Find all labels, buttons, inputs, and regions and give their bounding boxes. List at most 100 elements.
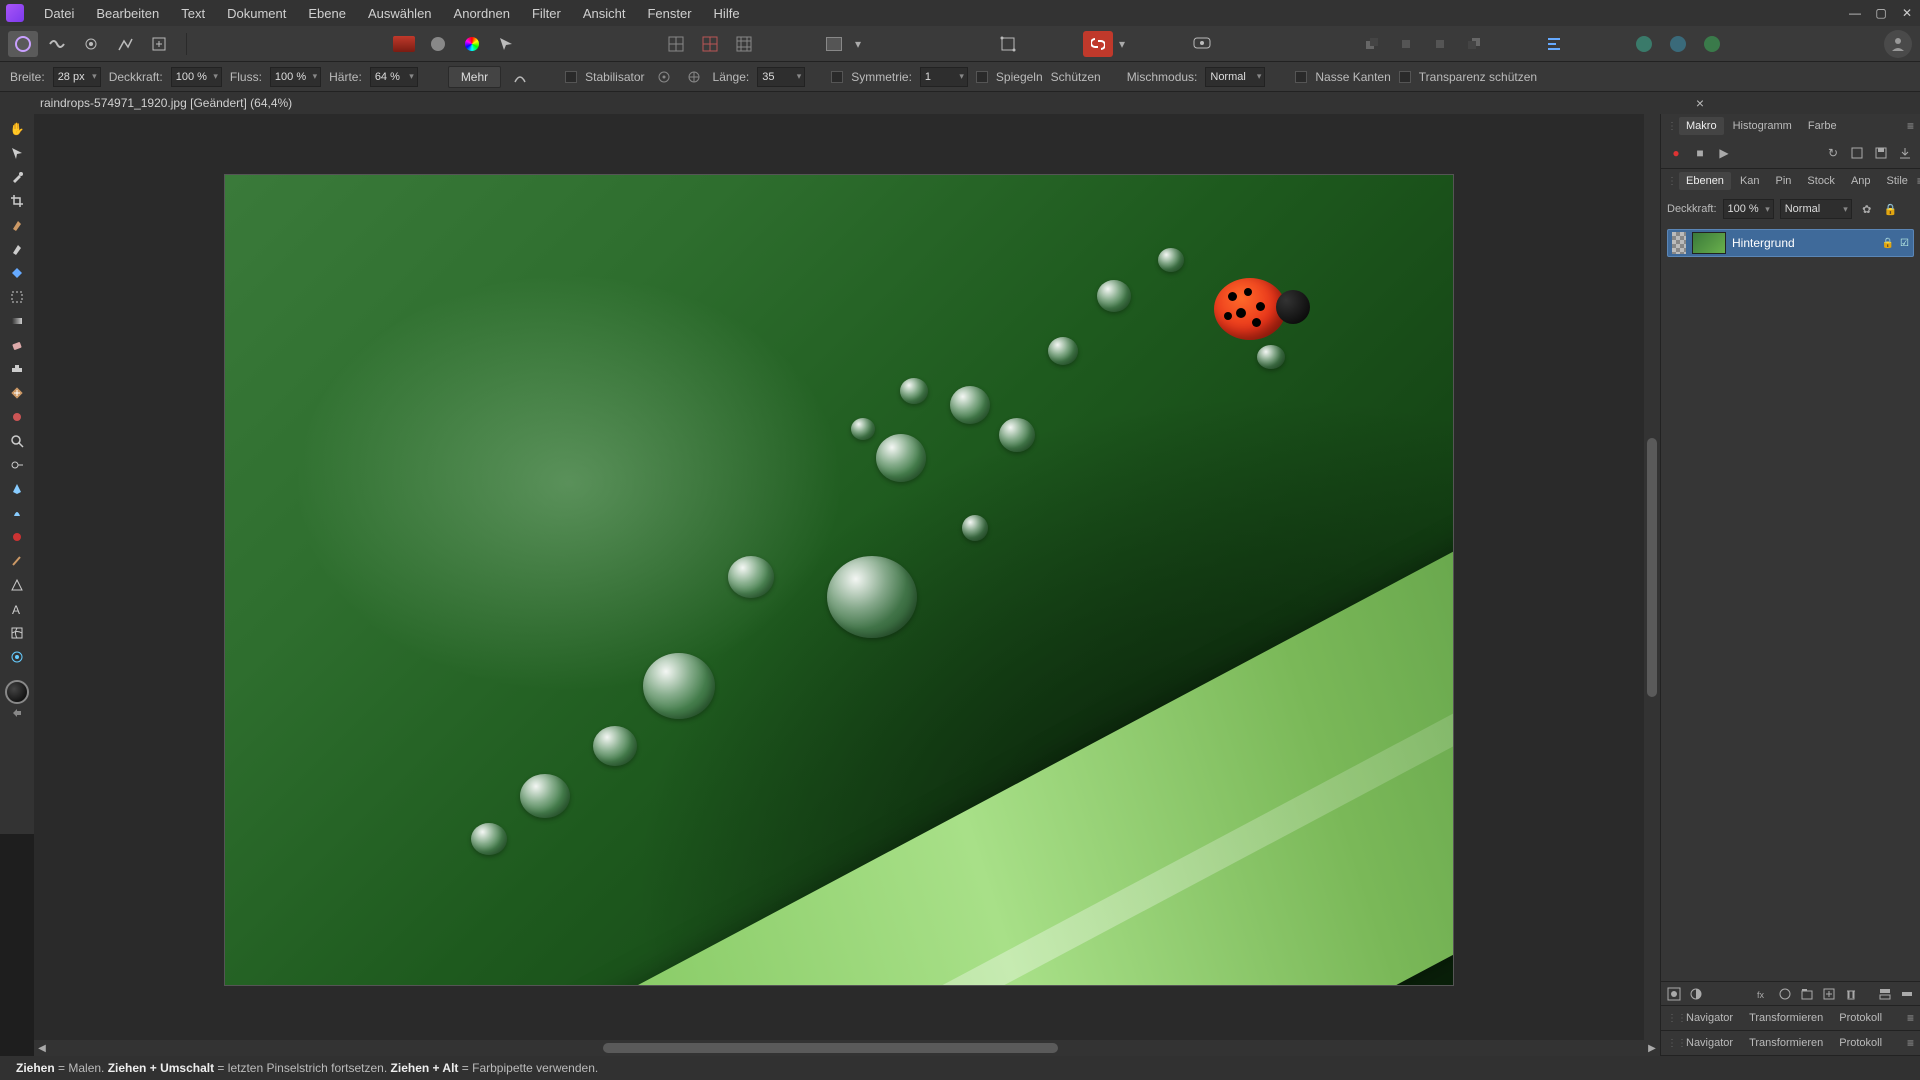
tab-ebenen[interactable]: Ebenen [1679,172,1731,190]
align-icon[interactable] [1539,31,1569,57]
macro-play-icon[interactable]: ▶ [1715,144,1733,162]
wet-edges-checkbox[interactable] [1295,71,1307,83]
vertical-scroll-thumb[interactable] [1647,438,1657,697]
account-a-icon[interactable] [1629,31,1659,57]
grid-a-icon[interactable] [661,31,691,57]
arrange-forward-icon[interactable] [1425,31,1455,57]
menu-fenster[interactable]: Fenster [637,2,701,25]
tab-protokoll[interactable]: Protokoll [1832,1009,1889,1027]
red-eye-tool-icon[interactable] [3,526,31,548]
tab-stock[interactable]: Stock [1800,172,1842,190]
shape-tool-icon[interactable] [3,574,31,596]
stabilizer-checkbox[interactable] [565,71,577,83]
grid-b-icon[interactable] [695,31,725,57]
flood-fill-icon[interactable] [3,262,31,284]
layer-fx-icon[interactable]: ✿ [1858,200,1876,218]
protect-alpha-checkbox[interactable] [1399,71,1411,83]
persona-photo-icon[interactable] [8,31,38,57]
panel-menu-icon[interactable]: ≡ [1907,119,1914,133]
mesh-warp-icon[interactable] [3,622,31,644]
tab-transformieren[interactable]: Transformieren [1742,1009,1830,1027]
swatch-grey-icon[interactable] [423,31,453,57]
macro-save-icon[interactable] [1872,144,1890,162]
close-document-button[interactable]: × [1696,95,1704,111]
swatch-red-icon[interactable] [389,31,419,57]
macro-export-icon[interactable] [1896,144,1914,162]
adjust-icon[interactable] [1687,985,1705,1003]
account-c-icon[interactable] [1697,31,1727,57]
arrange-front-icon[interactable] [1459,31,1489,57]
user-avatar-icon[interactable] [1884,30,1912,58]
snap-icon[interactable] [1083,31,1113,57]
crop-tool-icon[interactable] [3,190,31,212]
pressure-icon[interactable] [509,67,531,87]
panel-menu-icon[interactable]: ≡ [1907,1036,1914,1050]
symmetry-input[interactable]: 1 [920,67,968,87]
fill-preview-icon[interactable] [819,31,849,57]
menu-bearbeiten[interactable]: Bearbeiten [86,2,169,25]
panel-menu-icon[interactable]: ≡ [1907,1011,1914,1025]
tab-stile[interactable]: Stile [1880,172,1915,190]
menu-ebene[interactable]: Ebene [298,2,356,25]
menu-auswaehlen[interactable]: Auswählen [358,2,442,25]
marquee-tool-icon[interactable] [3,286,31,308]
scroll-left-icon[interactable]: ◀ [34,1040,50,1056]
smudge-tool-icon[interactable] [3,502,31,524]
macro-record-icon[interactable]: ● [1667,144,1685,162]
dodge-tool-icon[interactable] [3,454,31,476]
minimize-button[interactable]: — [1846,4,1864,22]
close-button[interactable]: ✕ [1898,4,1916,22]
persona-tone-icon[interactable] [110,31,140,57]
snap-dropdown-icon[interactable]: ▾ [1117,31,1127,57]
window-mode-icon[interactable] [683,67,705,87]
blend-select[interactable]: Normal [1205,67,1265,87]
selection-brush-icon[interactable] [3,214,31,236]
layer-opacity-input[interactable]: 100 % [1723,199,1774,219]
pen-tool-icon[interactable] [3,478,31,500]
erase-tool-icon[interactable] [3,334,31,356]
panel-grip-icon[interactable]: ⋮⋮ [1667,176,1675,187]
preview-icon[interactable] [1187,31,1217,57]
layer-row-background[interactable]: Hintergrund 🔒 ☑ [1667,229,1914,257]
color-picker-tool-icon[interactable] [3,166,31,188]
width-input[interactable]: 28 px [53,67,101,87]
tab-navigator[interactable]: Navigator [1679,1009,1740,1027]
macro-stop-icon[interactable]: ■ [1691,144,1709,162]
symmetry-checkbox[interactable] [831,71,843,83]
more-button[interactable]: Mehr [448,66,501,88]
transform-icon[interactable] [993,31,1023,57]
vertical-scrollbar[interactable] [1644,114,1660,1040]
menu-dokument[interactable]: Dokument [217,2,296,25]
menu-filter[interactable]: Filter [522,2,571,25]
tab-pin[interactable]: Pin [1769,172,1799,190]
rope-mode-icon[interactable] [653,67,675,87]
live-filter-icon[interactable] [1776,985,1794,1003]
grid-c-icon[interactable] [729,31,759,57]
tab-farbe[interactable]: Farbe [1801,117,1844,135]
tab-makro[interactable]: Makro [1679,117,1724,135]
flow-input[interactable]: 100 % [270,67,321,87]
arrange-back-icon[interactable] [1357,31,1387,57]
inpainting-tool-icon[interactable] [3,406,31,428]
arrange-backward-icon[interactable] [1391,31,1421,57]
menu-ansicht[interactable]: Ansicht [573,2,636,25]
layer-visible-icon[interactable]: ☑ [1900,238,1909,249]
menu-text[interactable]: Text [171,2,215,25]
mask-icon[interactable] [1665,985,1683,1003]
merge-down-icon[interactable] [1876,985,1894,1003]
tab-protokoll-2[interactable]: Protokoll [1832,1034,1889,1052]
group-icon[interactable] [1798,985,1816,1003]
swap-colors-icon[interactable] [3,706,31,720]
gradient-tool-icon[interactable] [3,310,31,332]
horizontal-scrollbar[interactable]: ◀ ▶ [34,1040,1660,1056]
move-tool-icon[interactable] [3,142,31,164]
patch-tool-icon[interactable] [3,550,31,572]
persona-develop-icon[interactable] [76,31,106,57]
text-tool-icon[interactable]: A [3,598,31,620]
document-canvas[interactable] [224,174,1454,986]
tab-kan[interactable]: Kan [1733,172,1767,190]
view-hand-tool-icon[interactable]: ✋ [3,118,31,140]
layer-blend-select[interactable]: Normal [1780,199,1852,219]
menu-hilfe[interactable]: Hilfe [704,2,750,25]
tab-anp[interactable]: Anp [1844,172,1878,190]
